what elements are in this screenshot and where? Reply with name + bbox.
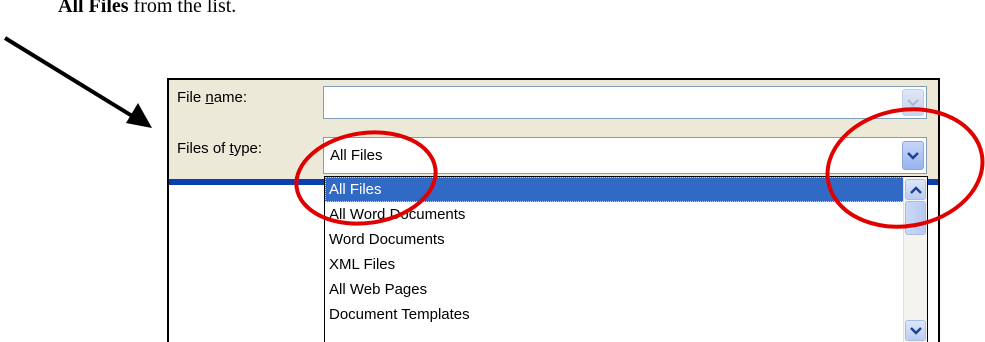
file-name-input[interactable] [323,86,927,119]
file-type-dropdown-list[interactable]: All Files All Word Documents Word Docume… [324,176,928,342]
chevron-down-icon [907,151,919,160]
save-dialog-panel: File name: Files of type: All Files All … [167,78,940,342]
file-type-options: All Files All Word Documents Word Docume… [325,177,905,327]
instruction-text: All Files from the list. [58,0,236,24]
files-of-type-label: Files of type: [177,140,263,157]
option-document-templates[interactable]: Document Templates [325,302,905,327]
option-xml-files[interactable]: XML Files [325,252,905,277]
instruction-bold: All Files [58,0,129,17]
option-all-web-pages[interactable]: All Web Pages [325,277,905,302]
files-of-type-select[interactable]: All Files [323,137,927,174]
chevron-down-icon [907,98,919,107]
option-word-documents[interactable]: Word Documents [325,227,905,252]
chevron-down-icon [909,326,922,335]
chevron-up-icon [909,185,922,194]
instruction-rest: from the list. [128,0,237,17]
scroll-thumb[interactable] [905,201,926,235]
dropdown-scrollbar[interactable] [903,177,927,342]
scroll-down-button[interactable] [905,320,926,341]
screenshot-stage: All Files from the list. File name: File… [0,0,985,342]
file-name-label: File name: [177,89,248,106]
scroll-up-button[interactable] [905,179,926,200]
option-all-files[interactable]: All Files [325,177,905,202]
files-of-type-dropdown-button[interactable] [902,141,924,170]
file-name-dropdown-button[interactable] [902,89,924,116]
files-of-type-value: All Files [330,147,383,164]
option-all-word-documents[interactable]: All Word Documents [325,202,905,227]
